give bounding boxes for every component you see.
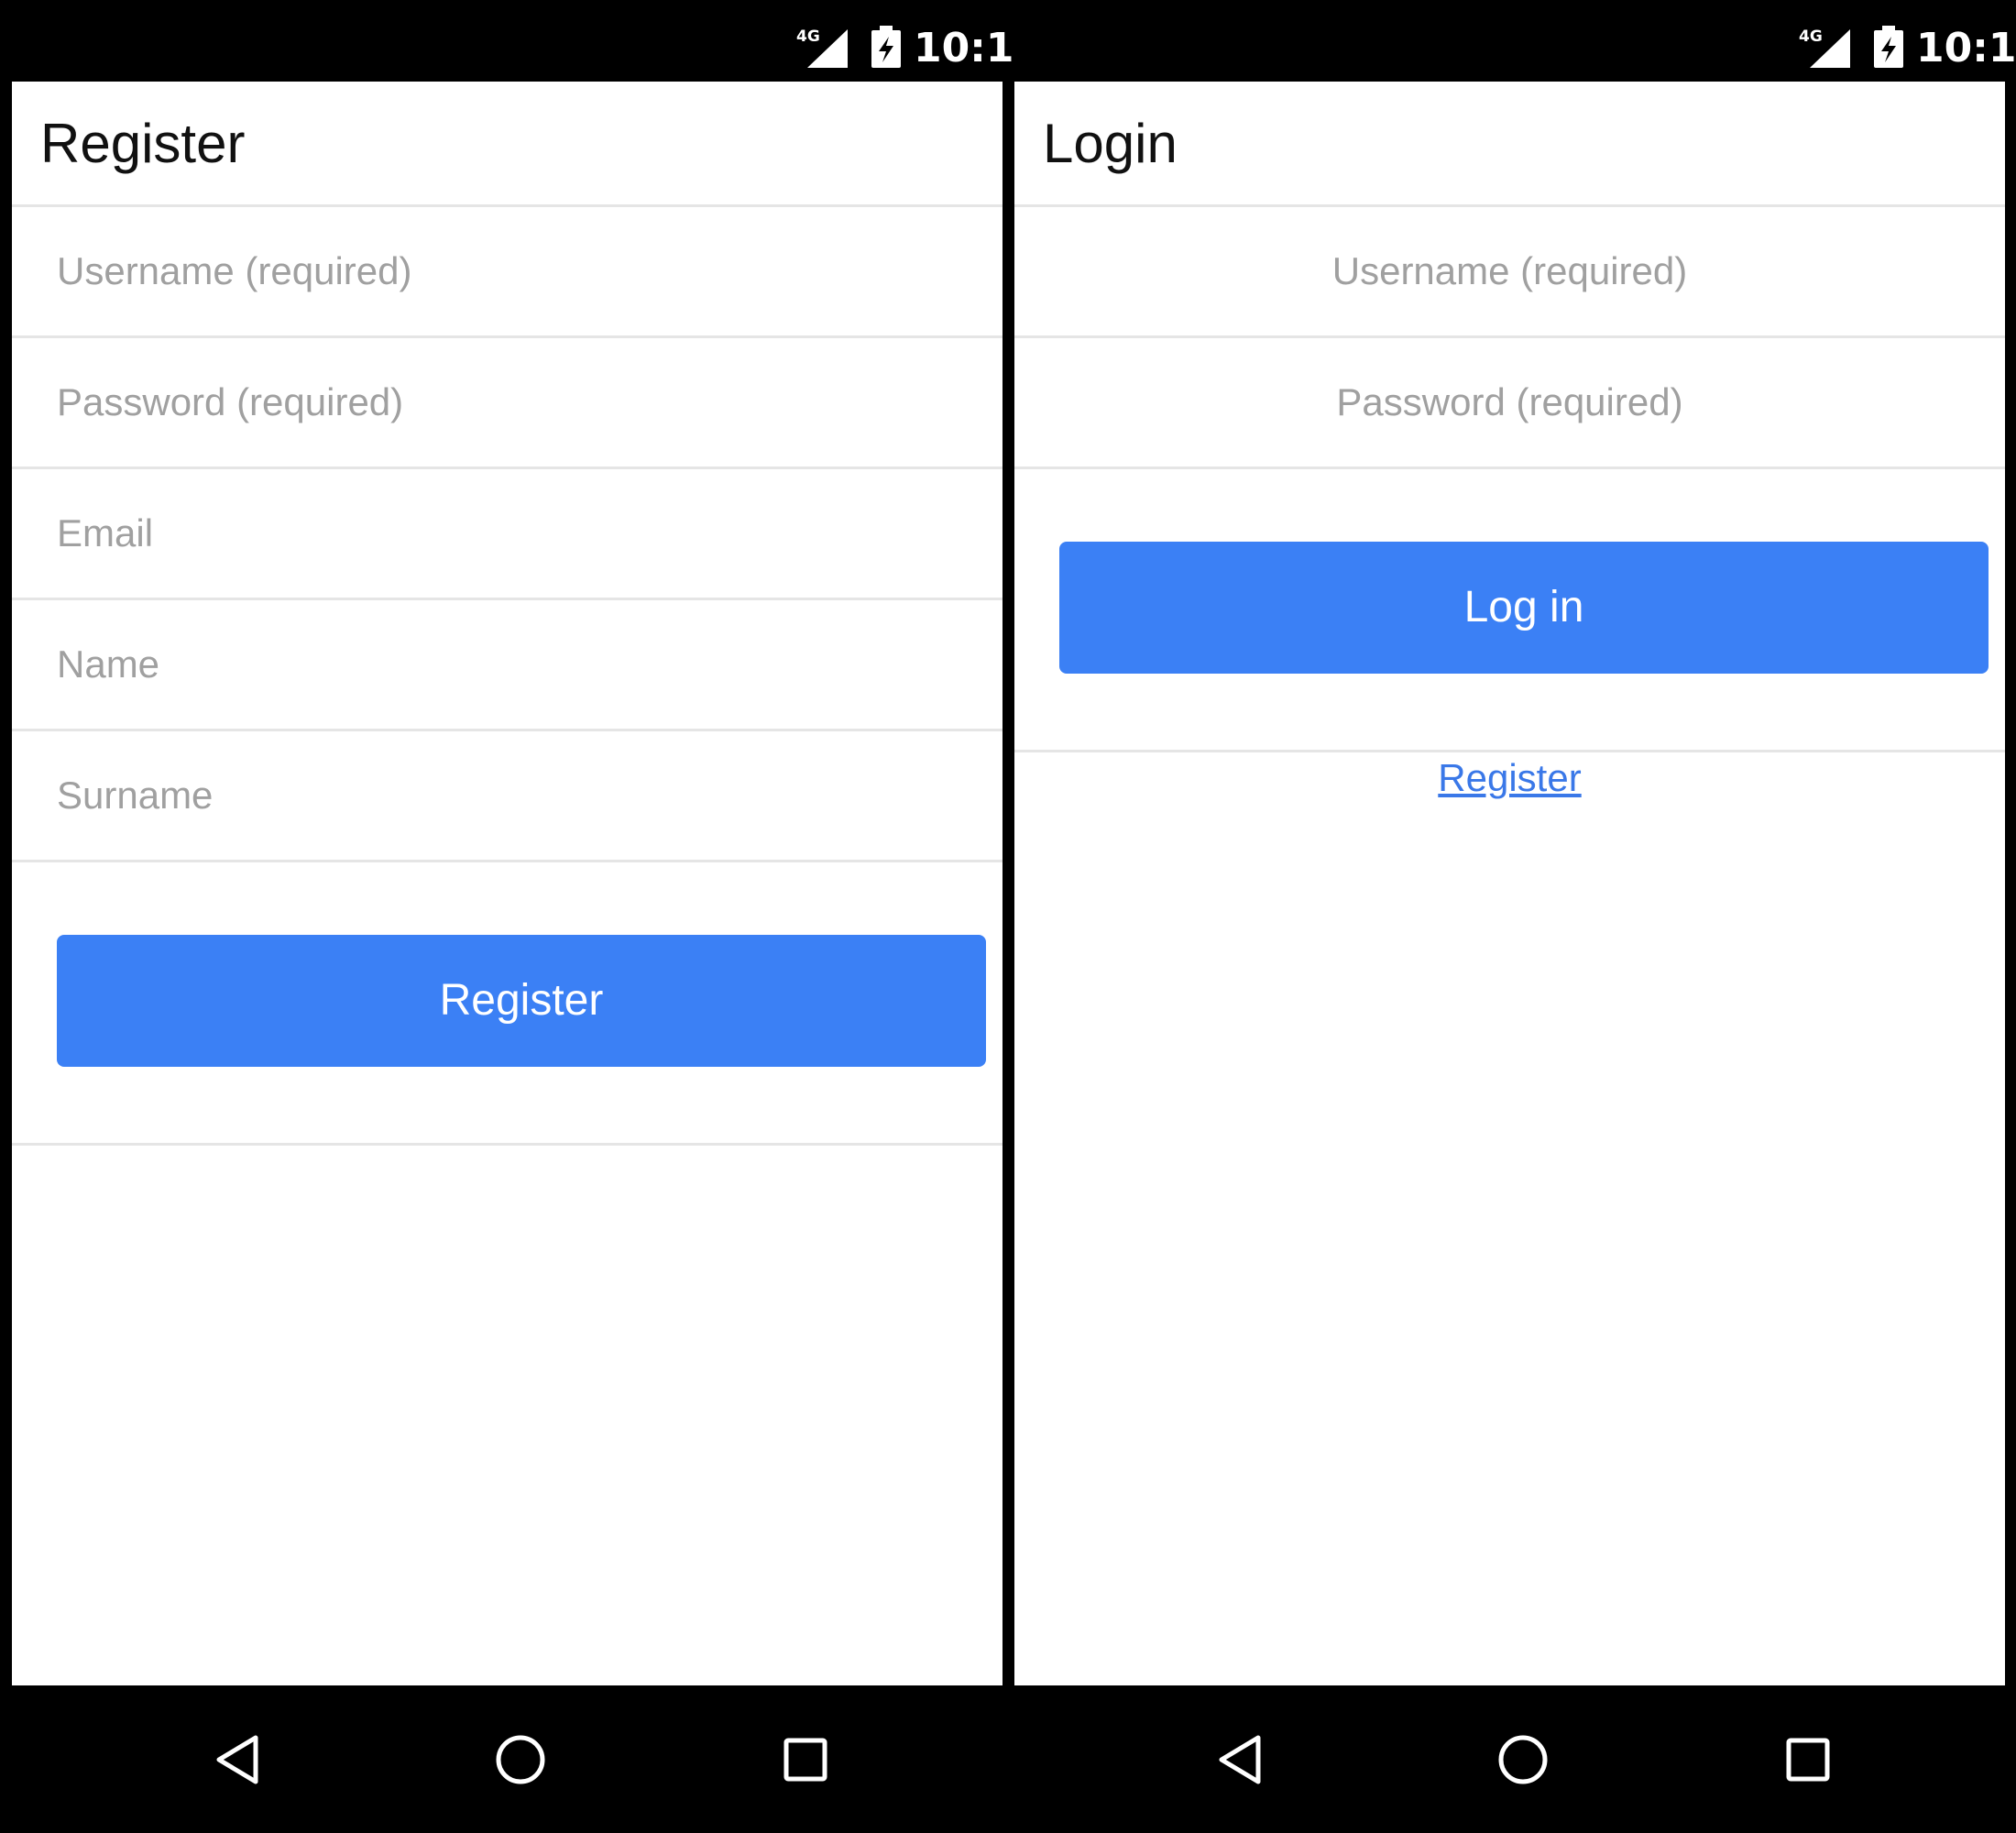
password-input[interactable]	[57, 375, 984, 430]
login-button-row: Log in	[1014, 469, 2005, 752]
username-field-row	[1014, 207, 2005, 338]
signal-4g-icon: 4G	[1799, 27, 1850, 68]
email-input[interactable]	[57, 506, 984, 561]
register-link-row: Register	[1014, 752, 2005, 800]
page-title: Register	[40, 113, 246, 174]
signal-4g-icon: 4G	[796, 27, 848, 68]
register-screen: Register Register	[12, 82, 1003, 1685]
back-triangle-icon[interactable]	[210, 1732, 265, 1787]
recents-square-icon[interactable]	[778, 1732, 833, 1787]
nav-bar	[1014, 1686, 2016, 1833]
page-title: Login	[1043, 113, 1178, 174]
recents-square-icon[interactable]	[1780, 1732, 1835, 1787]
username-input[interactable]	[57, 244, 984, 299]
password-field-row	[1014, 338, 2005, 469]
register-header: Register	[12, 82, 1003, 207]
status-time: 10:16	[914, 25, 1043, 71]
email-field-row	[12, 469, 1003, 600]
register-button[interactable]: Register	[57, 935, 986, 1067]
svg-text:4G: 4G	[796, 27, 820, 46]
battery-charging-icon	[1874, 26, 1903, 68]
register-link[interactable]: Register	[1438, 756, 1581, 799]
register-button-row: Register	[12, 862, 1003, 1146]
surname-field-row	[12, 731, 1003, 862]
password-field-row	[12, 338, 1003, 469]
surname-input[interactable]	[57, 768, 984, 823]
login-header: Login	[1014, 82, 2005, 207]
status-bar: 4G 10:16	[12, 0, 1043, 81]
name-field-row	[12, 600, 1003, 731]
login-screen: Login Log in Register	[1014, 82, 2005, 1685]
nav-bar	[12, 1686, 1014, 1833]
svg-text:4G: 4G	[1799, 27, 1823, 46]
password-input[interactable]	[1033, 375, 1987, 430]
login-phone: 4G 10:16 Login Log in Register	[1014, 0, 2016, 1833]
name-input[interactable]	[57, 637, 984, 692]
status-time: 10:16	[1916, 25, 2016, 71]
login-button[interactable]: Log in	[1059, 542, 1989, 674]
back-triangle-icon[interactable]	[1212, 1732, 1267, 1787]
username-field-row	[12, 207, 1003, 338]
home-circle-icon[interactable]	[493, 1732, 548, 1787]
home-circle-icon[interactable]	[1496, 1732, 1550, 1787]
register-phone: 4G 10:16 Register Register	[12, 0, 1043, 1833]
battery-charging-icon	[871, 26, 901, 68]
status-bar: 4G 10:16	[1014, 0, 2016, 81]
username-input[interactable]	[1033, 244, 1987, 299]
